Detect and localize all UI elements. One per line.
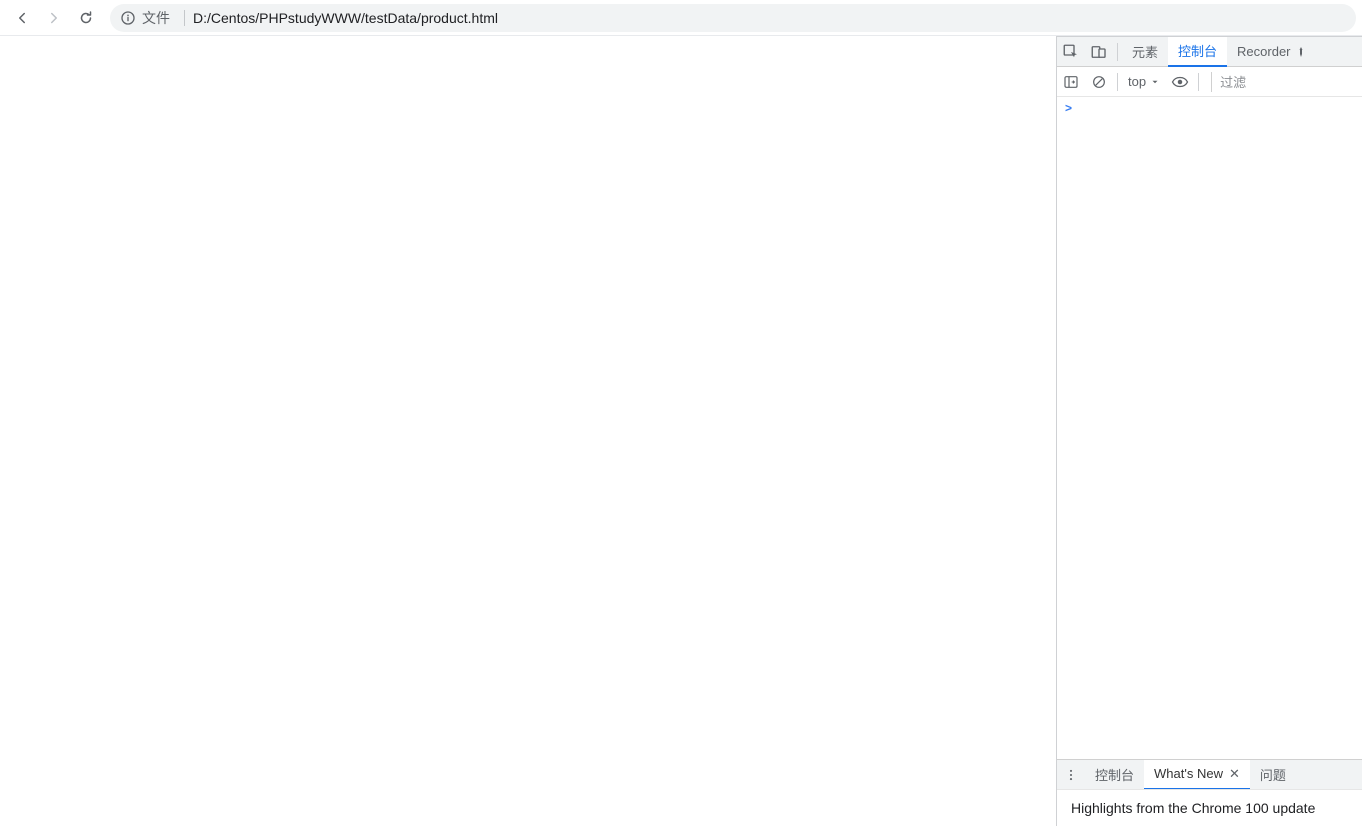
device-toolbar-icon[interactable] bbox=[1085, 38, 1113, 66]
tab-console[interactable]: 控制台 bbox=[1168, 37, 1227, 67]
back-button[interactable] bbox=[8, 4, 36, 32]
inspect-element-icon[interactable] bbox=[1057, 38, 1085, 66]
live-expression-icon[interactable] bbox=[1166, 68, 1194, 96]
clear-console-icon[interactable] bbox=[1085, 68, 1113, 96]
drawer-more-icon[interactable] bbox=[1057, 761, 1085, 789]
devtools-tabstrip: 元素 控制台 Recorder bbox=[1057, 37, 1362, 67]
drawer-body: Highlights from the Chrome 100 update bbox=[1057, 789, 1362, 826]
console-toolbar: top 过滤 bbox=[1057, 67, 1362, 97]
tab-elements[interactable]: 元素 bbox=[1122, 37, 1168, 67]
drawer-tab-whats-new[interactable]: What's New ✕ bbox=[1144, 760, 1250, 790]
console-body[interactable]: > bbox=[1057, 97, 1362, 759]
page-content bbox=[0, 36, 1057, 826]
omnibox-separator bbox=[184, 10, 185, 26]
drawer-tab-console[interactable]: 控制台 bbox=[1085, 760, 1144, 790]
reload-button[interactable] bbox=[72, 4, 100, 32]
devtools-panel: 元素 控制台 Recorder top bbox=[1057, 36, 1362, 826]
execution-context-selector[interactable]: top bbox=[1122, 74, 1166, 89]
chevron-down-icon bbox=[1150, 77, 1160, 87]
drawer-tabstrip: 控制台 What's New ✕ 问题 bbox=[1057, 759, 1362, 789]
drawer-tab-whats-new-label: What's New bbox=[1154, 766, 1223, 781]
url-text: D:/Centos/PHPstudyWWW/testData/product.h… bbox=[193, 10, 498, 26]
drawer-tab-issues[interactable]: 问题 bbox=[1250, 760, 1296, 790]
address-bar[interactable]: 文件 D:/Centos/PHPstudyWWW/testData/produc… bbox=[110, 4, 1356, 32]
close-icon[interactable]: ✕ bbox=[1229, 766, 1240, 782]
browser-toolbar: 文件 D:/Centos/PHPstudyWWW/testData/produc… bbox=[0, 0, 1362, 36]
console-prompt-icon: > bbox=[1065, 101, 1072, 115]
console-filter-input[interactable]: 过滤 bbox=[1211, 72, 1362, 92]
tabstrip-separator bbox=[1117, 43, 1118, 61]
forward-button[interactable] bbox=[40, 4, 68, 32]
filter-placeholder: 过滤 bbox=[1220, 72, 1246, 91]
drawer-tab-issues-label: 问题 bbox=[1260, 765, 1286, 784]
drawer-tab-console-label: 控制台 bbox=[1095, 765, 1134, 784]
console-sidebar-toggle-icon[interactable] bbox=[1057, 68, 1085, 96]
whats-new-headline: Highlights from the Chrome 100 update bbox=[1071, 800, 1315, 816]
tab-recorder-label: Recorder bbox=[1237, 44, 1290, 59]
context-label: top bbox=[1128, 74, 1146, 89]
console-toolbar-sep1 bbox=[1117, 73, 1118, 91]
file-scheme-label: 文件 bbox=[142, 8, 170, 28]
info-icon bbox=[120, 10, 136, 26]
pin-icon bbox=[1295, 46, 1307, 58]
workspace: 元素 控制台 Recorder top bbox=[0, 36, 1362, 826]
tab-recorder[interactable]: Recorder bbox=[1227, 44, 1312, 59]
console-toolbar-sep2 bbox=[1198, 73, 1199, 91]
tab-console-label: 控制台 bbox=[1178, 41, 1217, 60]
tab-elements-label: 元素 bbox=[1132, 42, 1158, 61]
